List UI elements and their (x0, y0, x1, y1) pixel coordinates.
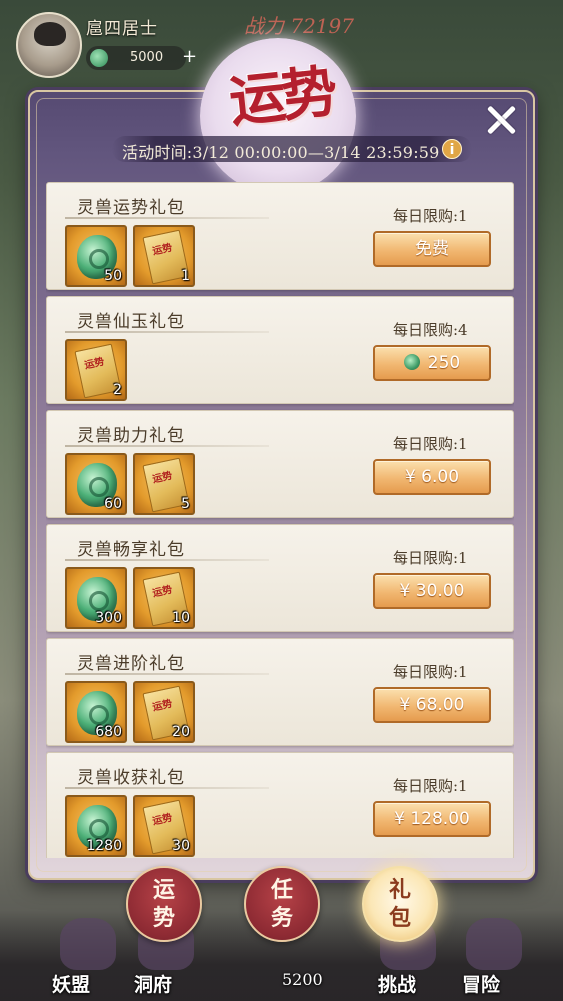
buy-button[interactable]: ¥ 6.00 (373, 459, 491, 495)
activity-time-bar: 活动时间:3/12 00:00:00—3/14 23:59:59 i (112, 136, 472, 162)
info-icon[interactable]: i (442, 139, 462, 159)
price-label: ¥ 128.00 (394, 809, 470, 829)
close-button[interactable] (481, 100, 521, 140)
nav-challenge[interactable]: 挑战 (378, 970, 416, 997)
item-qty: 20 (172, 724, 190, 740)
buy-button[interactable]: ¥ 68.00 (373, 687, 491, 723)
pack-row: 灵兽畅享礼包 300 10 每日限购:1 ¥ 30.00 (46, 524, 514, 632)
tab-label: 运势 (128, 876, 200, 932)
pack-name: 灵兽运势礼包 (77, 198, 185, 218)
tab-label-text: 任务 (270, 877, 293, 931)
item-qty: 1 (181, 268, 190, 284)
tab-tasks[interactable]: 任务 (244, 866, 320, 942)
purchase-limit: 每日限购:1 (393, 777, 468, 795)
item-qty: 50 (104, 268, 122, 284)
price-label: ¥ 6.00 (404, 467, 460, 487)
pack-name: 灵兽进阶礼包 (77, 654, 185, 674)
fortune-scroll-icon[interactable]: 30 (133, 795, 195, 857)
adventure-icon[interactable] (466, 918, 522, 970)
currency-value: 5000 (130, 50, 164, 65)
buy-button[interactable]: ¥ 30.00 (373, 573, 491, 609)
pack-list[interactable]: 灵兽运势礼包 50 1 每日限购:1 免费 灵兽仙玉礼包 2 每日限购:4 25… (46, 182, 514, 858)
purchase-limit: 每日限购:1 (393, 435, 468, 453)
divider (65, 559, 269, 561)
pack-name: 灵兽助力礼包 (77, 426, 185, 446)
tab-label: 任务 (246, 876, 318, 932)
fortune-scroll-icon[interactable]: 1 (133, 225, 195, 287)
jade-dragon-icon[interactable]: 300 (65, 567, 127, 629)
item-qty: 5 (181, 496, 190, 512)
player-avatar[interactable] (16, 12, 82, 78)
price-label: ¥ 30.00 (399, 581, 465, 601)
buy-button[interactable]: 免费 (373, 231, 491, 267)
jade-currency-icon (90, 49, 108, 67)
tab-label-text: 运势 (152, 877, 175, 931)
fortune-scroll-icon[interactable]: 10 (133, 567, 195, 629)
pack-row: 灵兽仙玉礼包 2 每日限购:4 250 (46, 296, 514, 404)
item-qty: 10 (172, 610, 190, 626)
item-qty: 300 (95, 610, 122, 626)
fortune-scroll-icon[interactable]: 5 (133, 453, 195, 515)
divider (65, 331, 269, 333)
divider (65, 673, 269, 675)
divider (65, 445, 269, 447)
currency-bar: 5000 (86, 46, 186, 70)
price-label: 免费 (415, 239, 449, 259)
nav-value: 5200 (282, 970, 323, 989)
tab-fortune[interactable]: 运势 (126, 866, 202, 942)
jade-currency-icon (403, 354, 420, 370)
purchase-limit: 每日限购:4 (393, 321, 468, 339)
fortune-modal: 运势 活动时间:3/12 00:00:00—3/14 23:59:59 i 灵兽… (28, 38, 535, 880)
pack-name: 灵兽收获礼包 (77, 768, 185, 788)
price-label: 250 (427, 353, 461, 373)
activity-time: 活动时间:3/12 00:00:00—3/14 23:59:59 (122, 143, 440, 162)
pack-row: 灵兽运势礼包 50 1 每日限购:1 免费 (46, 182, 514, 290)
nav-adventure[interactable]: 冒险 (462, 970, 500, 997)
item-qty: 680 (95, 724, 122, 740)
divider (65, 217, 269, 219)
nav-cave[interactable]: 洞府 (134, 970, 172, 997)
divider (65, 787, 269, 789)
pack-row: 灵兽收获礼包 1280 30 每日限购:1 ¥ 128.00 (46, 752, 514, 858)
fortune-scroll-icon[interactable]: 20 (133, 681, 195, 743)
buy-button[interactable]: 250 (373, 345, 491, 381)
player-name: 扈四居士 (86, 19, 158, 39)
pack-name: 灵兽畅享礼包 (77, 540, 185, 560)
item-qty: 60 (104, 496, 122, 512)
fortune-scroll-icon[interactable]: 2 (65, 339, 127, 401)
jade-dragon-icon[interactable]: 50 (65, 225, 127, 287)
combat-power: 战力 72197 (244, 14, 354, 38)
jade-dragon-icon[interactable]: 1280 (65, 795, 127, 857)
alliance-icon[interactable] (60, 918, 116, 970)
purchase-limit: 每日限购:1 (393, 549, 468, 567)
price-label: ¥ 68.00 (399, 695, 465, 715)
buy-button[interactable]: ¥ 128.00 (373, 801, 491, 837)
nav-alliance[interactable]: 妖盟 (52, 970, 90, 997)
item-qty: 1280 (86, 838, 122, 854)
pack-name: 灵兽仙玉礼包 (77, 312, 185, 332)
modal-title: 运势 (226, 58, 337, 136)
pack-row: 灵兽进阶礼包 680 20 每日限购:1 ¥ 68.00 (46, 638, 514, 746)
jade-dragon-icon[interactable]: 60 (65, 453, 127, 515)
tab-gift-packs[interactable]: 礼包 (362, 866, 438, 942)
purchase-limit: 每日限购:1 (393, 663, 468, 681)
item-qty: 30 (172, 838, 190, 854)
tab-label-text: 礼包 (388, 877, 411, 931)
jade-dragon-icon[interactable]: 680 (65, 681, 127, 743)
purchase-limit: 每日限购:1 (393, 207, 468, 225)
add-currency-icon[interactable]: + (182, 46, 197, 67)
item-qty: 2 (113, 382, 122, 398)
pack-row: 灵兽助力礼包 60 5 每日限购:1 ¥ 6.00 (46, 410, 514, 518)
tab-label: 礼包 (364, 876, 436, 932)
